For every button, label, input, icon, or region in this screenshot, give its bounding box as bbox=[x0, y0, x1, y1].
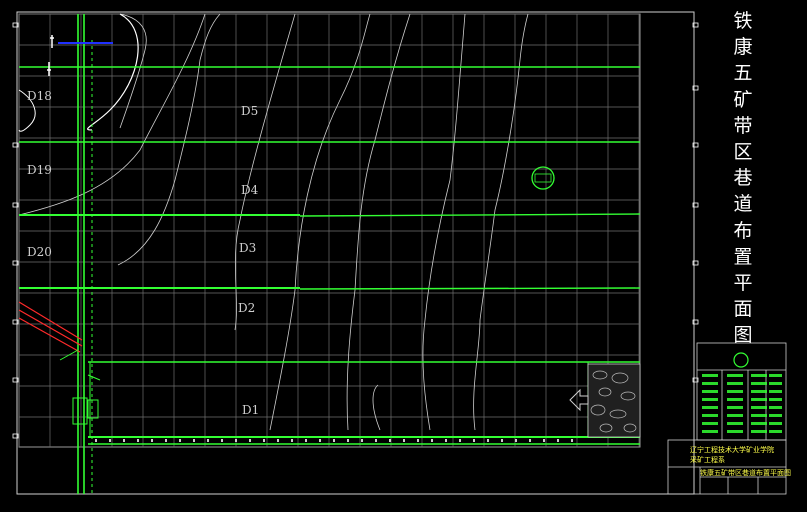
title-char: 区 bbox=[733, 141, 753, 164]
school-logo-icon bbox=[733, 352, 749, 368]
roadway-ticks bbox=[95, 439, 573, 442]
zone-label-d5: D5 bbox=[241, 104, 259, 118]
title-char: 面 bbox=[733, 298, 753, 321]
contour-lines bbox=[18, 13, 529, 431]
zone-label-d1: D1 bbox=[242, 403, 260, 417]
zone-label-d20: D20 bbox=[27, 245, 52, 259]
title-char: 铁 bbox=[733, 10, 753, 32]
title-char: 平 bbox=[733, 272, 753, 295]
title-char: 布 bbox=[733, 219, 753, 242]
title-block-dept: 采矿工程系 bbox=[690, 456, 725, 464]
title-char: 道 bbox=[733, 193, 753, 216]
drawing-canvas bbox=[12, 11, 787, 495]
title-block-rows bbox=[702, 374, 782, 433]
advance-arrow bbox=[569, 388, 589, 412]
title-char: 图 bbox=[733, 324, 753, 347]
outcrop-curve bbox=[87, 13, 139, 131]
title-block-school: 辽宁工程技术大学矿业学院 bbox=[690, 446, 774, 454]
title-char: 矿 bbox=[733, 88, 753, 111]
shaft-symbol-icon bbox=[47, 62, 51, 76]
zone-label-d18: D18 bbox=[27, 89, 52, 103]
title-char: 带 bbox=[733, 114, 753, 137]
zone-label-d3: D3 bbox=[239, 241, 257, 255]
borehole-symbol-icon bbox=[531, 166, 555, 190]
shaft-station bbox=[59, 349, 101, 425]
drawing-title: 铁康五矿带区巷道布置平面图 bbox=[724, 8, 762, 349]
fault-lines bbox=[18, 301, 83, 353]
zone-label-d19: D19 bbox=[27, 163, 52, 177]
title-block-drawing-name: 铁康五矿带区巷道布置平面图 bbox=[700, 469, 791, 477]
zone-label-d4: D4 bbox=[241, 183, 259, 197]
north-arrow-icon bbox=[50, 35, 54, 48]
working-face bbox=[89, 361, 589, 438]
title-char: 康 bbox=[733, 36, 753, 59]
title-char: 置 bbox=[733, 245, 753, 268]
title-char: 五 bbox=[733, 62, 753, 85]
zone-label-d2: D2 bbox=[238, 301, 256, 315]
title-char: 巷 bbox=[733, 167, 753, 190]
